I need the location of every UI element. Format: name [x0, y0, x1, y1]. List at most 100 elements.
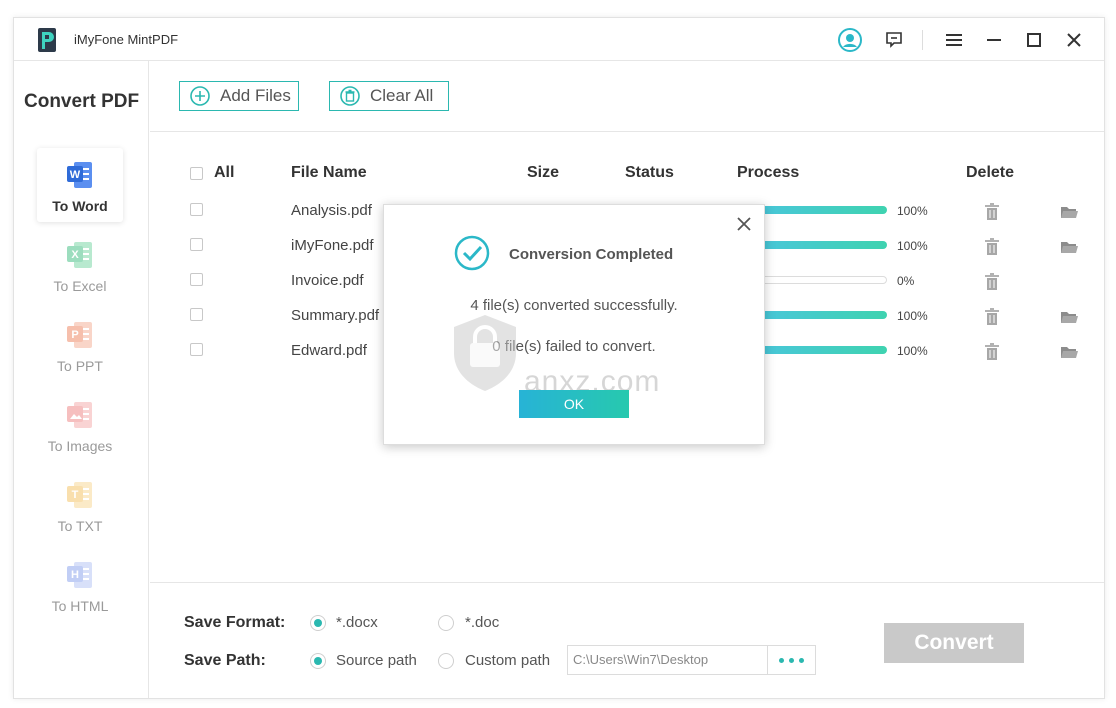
convert-button[interactable]: Convert: [884, 623, 1024, 663]
trash-icon[interactable]: [984, 238, 1000, 256]
user-icon: [838, 28, 862, 52]
trash-icon[interactable]: [984, 203, 1000, 221]
format-docx-radio[interactable]: [310, 615, 326, 631]
close-button[interactable]: [1062, 28, 1086, 52]
save-path-field[interactable]: C:\Users\Win7\Desktop: [567, 645, 768, 675]
header-all: All: [214, 164, 235, 181]
save-path-label: Save Path:: [184, 652, 266, 669]
add-files-button[interactable]: Add Files: [179, 81, 299, 111]
maximize-icon: [1027, 33, 1041, 47]
header-process: Process: [737, 164, 800, 181]
success-message: 4 file(s) converted successfully.: [470, 297, 678, 314]
sidebar-item-to-txt[interactable]: T To TXT: [37, 468, 123, 542]
progress-percent: 100%: [897, 204, 928, 218]
svg-text:H: H: [71, 569, 79, 581]
folder-icon[interactable]: [1060, 310, 1078, 324]
close-icon: [1067, 33, 1081, 47]
progress-percent: 100%: [897, 309, 928, 323]
svg-text:P: P: [71, 329, 78, 341]
minimize-icon: [987, 39, 1001, 41]
file-name: Summary.pdf: [291, 307, 380, 324]
close-icon[interactable]: [735, 215, 753, 233]
header-file-name: File Name: [291, 164, 367, 181]
minimize-button[interactable]: [982, 28, 1006, 52]
format-docx-label: *.docx: [336, 614, 378, 631]
sidebar-item-to-word[interactable]: W To Word: [37, 148, 123, 222]
header-status: Status: [625, 164, 674, 181]
header-size: Size: [527, 164, 560, 181]
file-name: Invoice.pdf: [291, 272, 364, 289]
html-icon: H: [67, 562, 92, 588]
file-name: Analysis.pdf: [291, 202, 372, 219]
sidebar: Convert PDF W To Word X To Excel P To PP…: [14, 61, 149, 698]
svg-text:X: X: [71, 249, 79, 261]
sidebar-item-to-excel[interactable]: X To Excel: [37, 228, 123, 302]
txt-icon: T: [67, 482, 92, 508]
feedback-button[interactable]: [882, 28, 906, 52]
check-circle-icon: [454, 235, 490, 271]
progress-percent: 100%: [897, 239, 928, 253]
custom-path-radio[interactable]: [438, 653, 454, 669]
row-checkbox[interactable]: [190, 273, 203, 286]
ok-button[interactable]: OK: [519, 390, 629, 418]
row-checkbox[interactable]: [190, 308, 203, 321]
folder-icon[interactable]: [1060, 345, 1078, 359]
title-bar: iMyFone MintPDF: [14, 18, 1104, 61]
progress-percent: 0%: [897, 274, 915, 288]
plus-circle-icon: [190, 86, 210, 106]
source-path-radio[interactable]: [310, 653, 326, 669]
progress-bar: [754, 206, 887, 214]
trash-icon[interactable]: [984, 343, 1000, 361]
svg-text:T: T: [72, 489, 79, 501]
dot: [789, 657, 794, 663]
dot: [799, 657, 804, 663]
progress-bar: [754, 241, 887, 249]
folder-icon[interactable]: [1060, 205, 1078, 219]
format-doc-radio[interactable]: [438, 615, 454, 631]
maximize-button[interactable]: [1022, 28, 1046, 52]
sidebar-item-label: To Excel: [53, 278, 107, 294]
sidebar-item-to-images[interactable]: To Images: [37, 388, 123, 462]
sidebar-item-label: To Word: [52, 198, 108, 214]
dialog-title: Conversion Completed: [509, 246, 674, 263]
sidebar-title: Convert PDF: [24, 91, 140, 112]
sidebar-item-label: To Images: [47, 438, 113, 454]
chat-icon: [886, 32, 902, 48]
row-checkbox[interactable]: [190, 343, 203, 356]
progress-bar: [754, 346, 887, 354]
progress-bar: [754, 276, 887, 284]
sidebar-item-to-html[interactable]: H To HTML: [37, 548, 123, 622]
clear-all-button[interactable]: Clear All: [329, 81, 449, 111]
sidebar-item-to-ppt[interactable]: P To PPT: [37, 308, 123, 382]
save-format-label: Save Format:: [184, 614, 286, 631]
folder-icon[interactable]: [1060, 240, 1078, 254]
sidebar-item-label: To PPT: [57, 358, 103, 374]
file-name: Edward.pdf: [291, 342, 367, 359]
account-button[interactable]: [838, 28, 862, 52]
file-name: iMyFone.pdf: [291, 237, 374, 254]
toolbar: Add Files Clear All: [150, 61, 1104, 132]
clear-all-label: Clear All: [370, 86, 434, 105]
titlebar-separator: [922, 30, 923, 50]
image-icon: [67, 402, 92, 428]
custom-path-label: Custom path: [465, 652, 551, 669]
hamburger-icon: [946, 34, 962, 46]
conversion-complete-dialog: Conversion Completed 4 file(s) converted…: [383, 204, 765, 445]
sidebar-item-label: To HTML: [51, 598, 109, 614]
ppt-icon: P: [67, 322, 92, 348]
browse-path-button[interactable]: [768, 645, 816, 675]
menu-button[interactable]: [942, 28, 966, 52]
trash-icon[interactable]: [984, 273, 1000, 291]
watermark-shield-icon: [454, 315, 516, 391]
row-checkbox[interactable]: [190, 203, 203, 216]
trash-icon[interactable]: [984, 308, 1000, 326]
row-checkbox[interactable]: [190, 238, 203, 251]
dot: [779, 657, 784, 663]
select-all-checkbox[interactable]: [190, 167, 203, 180]
word-icon: W: [67, 162, 92, 188]
header-delete: Delete: [966, 164, 1015, 181]
progress-bar: [754, 311, 887, 319]
app-title: iMyFone MintPDF: [74, 32, 179, 47]
excel-icon: X: [67, 242, 92, 268]
fail-message: 0 file(s) failed to convert.: [492, 338, 656, 355]
